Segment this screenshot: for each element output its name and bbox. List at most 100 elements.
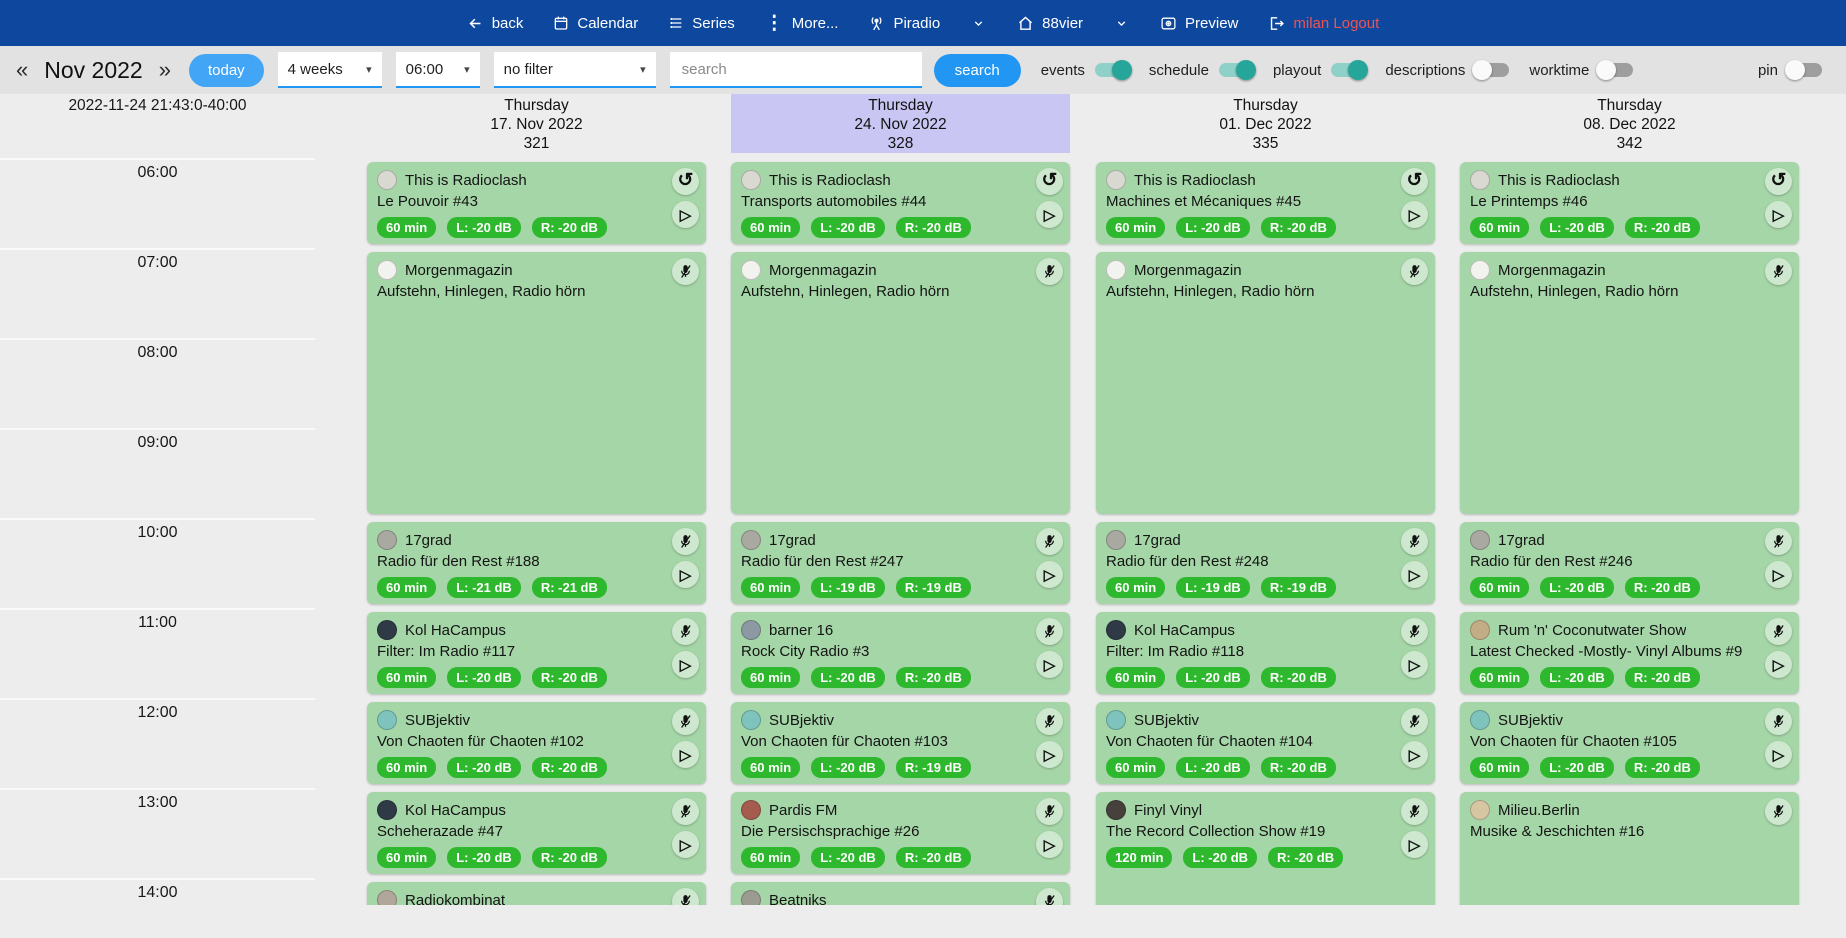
event-card[interactable]: Finyl VinylThe Record Collection Show #1… bbox=[1096, 792, 1435, 905]
pin-toggle[interactable] bbox=[1788, 63, 1822, 77]
play-icon[interactable]: ▷ bbox=[1401, 561, 1428, 588]
mic-off-icon[interactable] bbox=[1401, 798, 1428, 825]
mic-off-icon[interactable] bbox=[1765, 708, 1792, 735]
event-card[interactable]: MorgenmagazinAufstehn, Hinlegen, Radio h… bbox=[1460, 252, 1799, 514]
event-card[interactable]: 17gradRadio für den Rest #24760 minL: -1… bbox=[731, 522, 1070, 604]
mic-off-icon[interactable] bbox=[1765, 618, 1792, 645]
play-icon[interactable]: ▷ bbox=[1401, 831, 1428, 858]
play-icon[interactable]: ▷ bbox=[1036, 561, 1063, 588]
back-button[interactable]: back bbox=[467, 15, 524, 32]
mic-off-icon[interactable] bbox=[672, 798, 699, 825]
start-time-select[interactable]: 06:00 ▾ bbox=[396, 52, 480, 88]
nav-calendar[interactable]: Calendar bbox=[553, 15, 638, 32]
event-card[interactable]: 17gradRadio für den Rest #24860 minL: -1… bbox=[1096, 522, 1435, 604]
play-icon[interactable]: ▷ bbox=[1765, 741, 1792, 768]
event-card[interactable]: This is RadioclashTransports automobiles… bbox=[731, 162, 1070, 244]
station-menu[interactable]: Piradio bbox=[868, 15, 940, 32]
event-card[interactable]: Kol HaCampusFilter: Im Radio #11760 minL… bbox=[367, 612, 706, 694]
play-icon[interactable]: ▷ bbox=[1036, 831, 1063, 858]
replay-icon[interactable]: ↺ bbox=[1765, 168, 1792, 195]
event-card[interactable]: SUBjektivVon Chaoten für Chaoten #10360 … bbox=[731, 702, 1070, 784]
mic-off-icon[interactable] bbox=[672, 618, 699, 645]
play-icon[interactable]: ▷ bbox=[1765, 561, 1792, 588]
event-card[interactable]: SUBjektivVon Chaoten für Chaoten #10560 … bbox=[1460, 702, 1799, 784]
event-card[interactable]: Milieu.BerlinMusike & Jeschichten #16 bbox=[1460, 792, 1799, 905]
logout-button[interactable]: milan Logout bbox=[1268, 15, 1379, 32]
play-icon[interactable]: ▷ bbox=[672, 831, 699, 858]
event-card[interactable]: Rum 'n' Coconutwater ShowLatest Checked … bbox=[1460, 612, 1799, 694]
mic-off-icon[interactable] bbox=[1401, 708, 1428, 735]
mic-off-icon[interactable] bbox=[1036, 708, 1063, 735]
play-icon[interactable]: ▷ bbox=[1401, 201, 1428, 228]
mic-off-icon[interactable] bbox=[1036, 798, 1063, 825]
event-card[interactable]: Kol HaCampusScheherazade #4760 minL: -20… bbox=[367, 792, 706, 874]
event-card[interactable]: This is RadioclashLe Printemps #4660 min… bbox=[1460, 162, 1799, 244]
event-card[interactable]: barner 16Rock City Radio #360 minL: -20 … bbox=[731, 612, 1070, 694]
mic-off-icon[interactable] bbox=[1036, 258, 1063, 285]
event-card[interactable]: Beatniks bbox=[731, 882, 1070, 905]
play-icon[interactable]: ▷ bbox=[1765, 651, 1792, 678]
next-month-button[interactable]: » bbox=[151, 57, 179, 83]
search-button[interactable]: search bbox=[934, 54, 1021, 87]
event-card[interactable]: Kol HaCampusFilter: Im Radio #11860 minL… bbox=[1096, 612, 1435, 694]
day-header[interactable]: Thursday08. Dec 2022342 bbox=[1460, 94, 1799, 153]
mic-off-icon[interactable] bbox=[672, 528, 699, 555]
mic-off-icon[interactable] bbox=[1401, 258, 1428, 285]
mic-off-icon[interactable] bbox=[1036, 528, 1063, 555]
mic-off-icon[interactable] bbox=[1401, 528, 1428, 555]
play-icon[interactable]: ▷ bbox=[1036, 741, 1063, 768]
play-icon[interactable]: ▷ bbox=[672, 741, 699, 768]
replay-icon[interactable]: ↺ bbox=[1036, 168, 1063, 195]
play-icon[interactable]: ▷ bbox=[1765, 201, 1792, 228]
range-select[interactable]: 4 weeks ▾ bbox=[278, 52, 382, 88]
event-badge: L: -20 dB bbox=[811, 847, 885, 868]
event-card[interactable]: Pardis FMDie Persischsprachige #2660 min… bbox=[731, 792, 1070, 874]
prev-month-button[interactable]: « bbox=[8, 57, 36, 83]
mic-off-icon[interactable] bbox=[672, 708, 699, 735]
filter-select-value: no filter bbox=[504, 61, 553, 78]
studio-dropdown-chevron-icon[interactable] bbox=[1113, 17, 1130, 30]
replay-icon[interactable]: ↺ bbox=[1401, 168, 1428, 195]
mic-off-icon[interactable] bbox=[1765, 798, 1792, 825]
day-header[interactable]: Thursday24. Nov 2022328 bbox=[731, 94, 1070, 153]
mic-off-icon[interactable] bbox=[1401, 618, 1428, 645]
event-card[interactable]: SUBjektivVon Chaoten für Chaoten #10260 … bbox=[367, 702, 706, 784]
event-card[interactable]: 17gradRadio für den Rest #24660 minL: -2… bbox=[1460, 522, 1799, 604]
play-icon[interactable]: ▷ bbox=[672, 651, 699, 678]
worktime-toggle[interactable] bbox=[1599, 63, 1633, 77]
event-card[interactable]: MorgenmagazinAufstehn, Hinlegen, Radio h… bbox=[731, 252, 1070, 514]
events-toggle[interactable] bbox=[1095, 63, 1129, 77]
play-icon[interactable]: ▷ bbox=[1036, 651, 1063, 678]
play-icon[interactable]: ▷ bbox=[1401, 741, 1428, 768]
preview-button[interactable]: Preview bbox=[1160, 15, 1238, 32]
mic-off-icon[interactable] bbox=[1036, 618, 1063, 645]
nav-more[interactable]: ⋮ More... bbox=[765, 14, 839, 33]
event-card[interactable]: MorgenmagazinAufstehn, Hinlegen, Radio h… bbox=[367, 252, 706, 514]
play-icon[interactable]: ▷ bbox=[1036, 201, 1063, 228]
nav-series[interactable]: Series bbox=[668, 15, 735, 32]
event-card[interactable]: MorgenmagazinAufstehn, Hinlegen, Radio h… bbox=[1096, 252, 1435, 514]
mic-off-icon[interactable] bbox=[1765, 528, 1792, 555]
filter-select[interactable]: no filter ▾ bbox=[494, 52, 656, 88]
play-icon[interactable]: ▷ bbox=[1401, 651, 1428, 678]
event-card[interactable]: Radiokombinat bbox=[367, 882, 706, 905]
event-card[interactable]: 17gradRadio für den Rest #18860 minL: -2… bbox=[367, 522, 706, 604]
search-input[interactable] bbox=[670, 52, 922, 88]
replay-icon[interactable]: ↺ bbox=[672, 168, 699, 195]
day-header[interactable]: Thursday17. Nov 2022321 bbox=[367, 94, 706, 153]
mic-off-icon[interactable] bbox=[672, 258, 699, 285]
day-header[interactable]: Thursday01. Dec 2022335 bbox=[1096, 94, 1435, 153]
descriptions-toggle[interactable] bbox=[1475, 63, 1509, 77]
mic-off-icon[interactable] bbox=[1765, 258, 1792, 285]
station-dropdown-chevron-icon[interactable] bbox=[970, 17, 987, 30]
studio-menu[interactable]: 88vier bbox=[1017, 15, 1083, 32]
today-button[interactable]: today bbox=[189, 54, 264, 87]
schedule-toggle[interactable] bbox=[1219, 63, 1253, 77]
event-episode-title: Radio für den Rest #247 bbox=[741, 553, 1060, 573]
playout-toggle[interactable] bbox=[1331, 63, 1365, 77]
event-card[interactable]: SUBjektivVon Chaoten für Chaoten #10460 … bbox=[1096, 702, 1435, 784]
play-icon[interactable]: ▷ bbox=[672, 201, 699, 228]
event-card[interactable]: This is RadioclashMachines et Mécaniques… bbox=[1096, 162, 1435, 244]
event-card[interactable]: This is RadioclashLe Pouvoir #4360 minL:… bbox=[367, 162, 706, 244]
play-icon[interactable]: ▷ bbox=[672, 561, 699, 588]
